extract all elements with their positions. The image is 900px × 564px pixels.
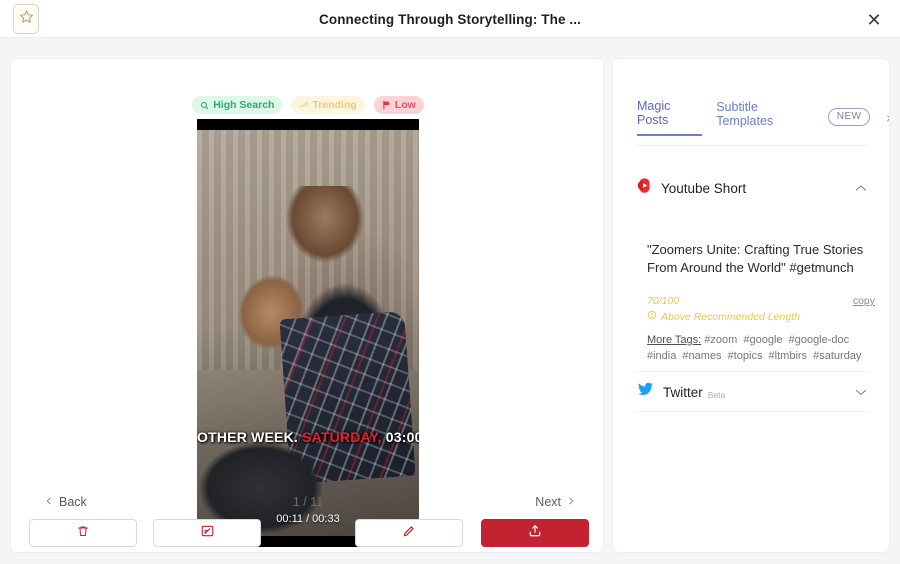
beta-badge: Beta xyxy=(707,390,726,400)
tag-item[interactable]: #names xyxy=(682,350,721,362)
badge-trending: Trending xyxy=(291,96,365,114)
next-label: Next xyxy=(535,495,561,509)
youtube-post-text[interactable]: "Zoomers Unite: Crafting True Stories Fr… xyxy=(647,241,879,277)
tag-item[interactable]: #india xyxy=(647,350,676,362)
video-player[interactable]: OTHER WEEK. SATURDAY, 03:00 00:11 / 00:3… xyxy=(197,119,419,547)
info-circle-icon xyxy=(647,310,657,323)
delete-button[interactable] xyxy=(29,519,137,547)
edit-button[interactable] xyxy=(355,519,463,547)
subtitle-text-after: 03:00 xyxy=(381,429,419,445)
magic-posts-panel: Magic Posts Subtitle Templates NEW › You… xyxy=(612,58,890,553)
youtube-shorts-icon xyxy=(637,177,652,199)
close-icon[interactable]: ✕ xyxy=(862,8,886,32)
badge-row: High Search Trending Low xyxy=(11,96,605,114)
char-count: 70/100 xyxy=(647,295,680,307)
tag-item[interactable]: #saturday xyxy=(813,350,861,362)
share-upload-icon xyxy=(528,523,542,543)
expand-chevron-down-icon[interactable] xyxy=(855,385,867,399)
length-warning: Above Recommended Length xyxy=(647,310,875,323)
more-tags-label: More Tags: xyxy=(647,334,702,346)
tag-item[interactable]: #ltmbirs xyxy=(769,350,808,362)
char-count-row: 70/100 copy xyxy=(647,295,875,307)
tab-subtitle-templates[interactable]: Subtitle Templates xyxy=(716,100,814,135)
tag-item[interactable]: #zoom xyxy=(704,334,737,346)
crop-resize-icon xyxy=(200,524,215,543)
new-badge: NEW xyxy=(827,108,871,126)
subtitle-text-highlight: SATURDAY, xyxy=(302,429,382,445)
preview-panel: High Search Trending Low OTHER WEEK. SAT… xyxy=(10,58,604,553)
titlebar: Connecting Through Storytelling: The ...… xyxy=(0,0,900,38)
tag-item[interactable]: #google xyxy=(743,334,782,346)
twitter-section-header[interactable]: Twitter Beta xyxy=(637,381,867,403)
chevron-right-icon xyxy=(567,495,575,510)
youtube-section-header[interactable]: Youtube Short xyxy=(637,177,867,199)
pencil-icon xyxy=(402,524,416,543)
twitter-bird-icon xyxy=(637,382,654,402)
divider xyxy=(637,145,867,146)
next-button[interactable]: Next xyxy=(535,495,575,510)
collapse-chevron-up-icon[interactable] xyxy=(855,181,867,195)
share-button[interactable] xyxy=(481,519,589,547)
magnifier-icon xyxy=(200,101,209,110)
badge-label: Trending xyxy=(312,99,357,111)
tag-item[interactable]: #google-doc xyxy=(789,334,850,346)
subtitle-text-before: OTHER WEEK. xyxy=(197,429,303,445)
video-frame-image xyxy=(197,130,419,540)
page-count: 1 / 11 xyxy=(292,495,324,509)
panel-tabs: Magic Posts Subtitle Templates NEW › xyxy=(613,99,889,136)
badge-high-search: High Search xyxy=(192,96,283,114)
badge-label: Low xyxy=(394,99,416,111)
length-warning-text: Above Recommended Length xyxy=(661,310,800,323)
pager: Back 1 / 11 Next xyxy=(11,489,605,515)
page-title: Connecting Through Storytelling: The ... xyxy=(319,11,581,27)
divider xyxy=(637,371,867,372)
flag-icon xyxy=(382,100,391,110)
badge-label: High Search xyxy=(213,99,275,111)
youtube-section-title: Youtube Short xyxy=(661,180,747,196)
divider xyxy=(637,411,867,412)
copy-button[interactable]: copy xyxy=(853,295,875,307)
workspace: High Search Trending Low OTHER WEEK. SAT… xyxy=(0,38,900,564)
trend-up-icon xyxy=(299,101,309,110)
tab-magic-posts[interactable]: Magic Posts xyxy=(637,99,703,136)
trash-icon xyxy=(77,524,89,543)
tag-item[interactable]: #topics xyxy=(728,350,763,362)
more-tags: More Tags: #zoom #google #google-doc #in… xyxy=(647,332,879,364)
action-bar xyxy=(11,519,605,549)
chevron-right-icon[interactable]: › xyxy=(886,109,889,125)
resize-button[interactable] xyxy=(153,519,261,547)
letterbox-top xyxy=(197,119,419,130)
video-subtitle: OTHER WEEK. SATURDAY, 03:00 xyxy=(197,429,419,445)
badge-low: Low xyxy=(373,96,424,114)
twitter-section-title: Twitter xyxy=(663,384,703,400)
